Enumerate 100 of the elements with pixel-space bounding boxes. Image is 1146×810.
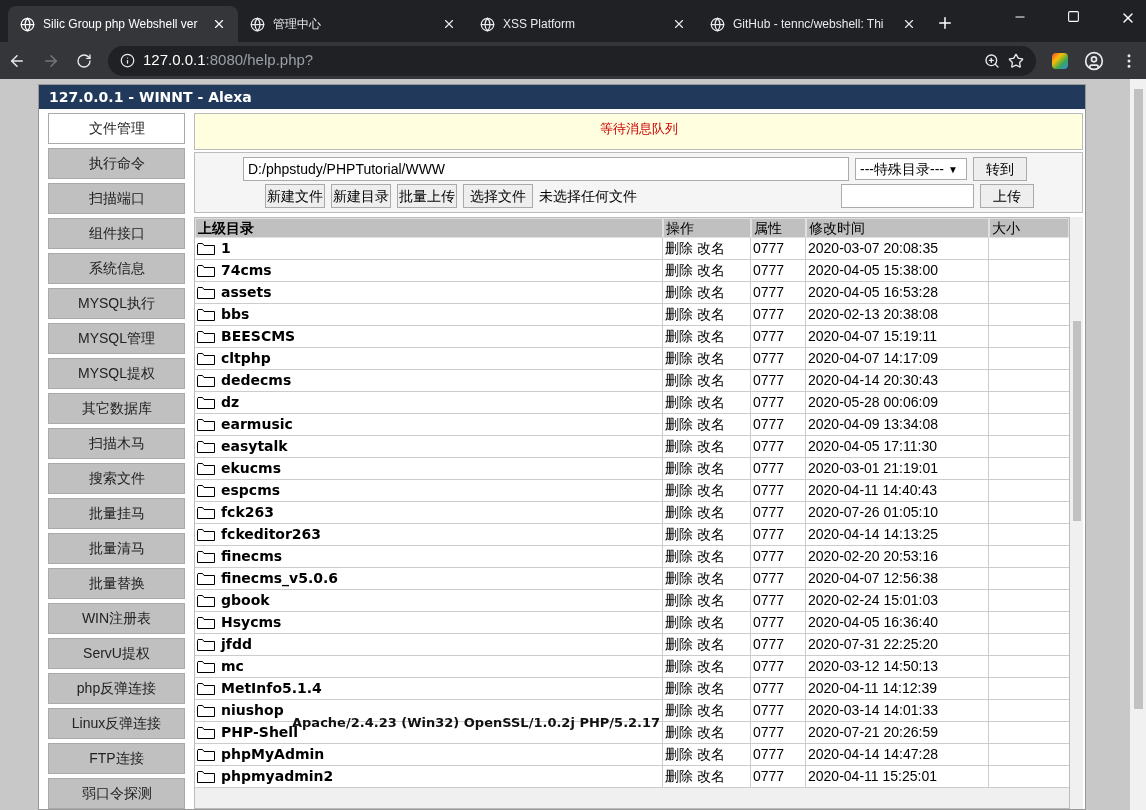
extension-icon[interactable] [1052,52,1068,69]
rename-link[interactable]: 改名 [697,348,725,369]
folder-name-link[interactable]: fck263 [221,502,274,523]
delete-link[interactable]: 删除 [665,304,693,325]
delete-link[interactable]: 删除 [665,678,693,699]
rename-link[interactable]: 改名 [697,700,725,721]
rename-link[interactable]: 改名 [697,722,725,743]
sidebar-item[interactable]: WIN注册表 [48,603,185,634]
choose-file-button[interactable]: 选择文件 [463,184,533,208]
upload-button[interactable]: 上传 [980,184,1034,208]
folder-name-link[interactable]: niushop [221,700,284,721]
upload-field[interactable] [841,184,974,208]
bookmark-star-icon[interactable] [1008,52,1024,69]
delete-link[interactable]: 删除 [665,656,693,677]
rename-link[interactable]: 改名 [697,568,725,589]
browser-tab[interactable]: XSS Platform [468,6,698,43]
folder-name-link[interactable]: jfdd [221,634,252,655]
browser-tab[interactable]: 管理中心 [238,6,468,43]
maximize-icon[interactable] [1067,10,1080,24]
rename-link[interactable]: 改名 [697,326,725,347]
sidebar-item[interactable]: 批量替换 [48,568,185,599]
rename-link[interactable]: 改名 [697,436,725,457]
sidebar-item[interactable]: 组件接口 [48,218,185,249]
sidebar-item[interactable]: 文件管理 [48,113,185,144]
delete-link[interactable]: 删除 [665,766,693,787]
sidebar-item[interactable]: Linux反弹连接 [48,708,185,739]
rename-link[interactable]: 改名 [697,282,725,303]
delete-link[interactable]: 删除 [665,502,693,523]
sidebar-item[interactable]: 其它数据库 [48,393,185,424]
sidebar-item[interactable]: 搜索文件 [48,463,185,494]
sidebar-item[interactable]: 扫描端口 [48,183,185,214]
toolbar-button[interactable]: 批量上传 [397,184,457,208]
folder-name-link[interactable]: gbook [221,590,270,611]
sidebar-item[interactable]: 批量清马 [48,533,185,564]
folder-name-link[interactable]: assets [221,282,272,303]
browser-tab[interactable]: Silic Group php Webshell ver [8,6,238,43]
profile-icon[interactable] [1084,50,1104,71]
folder-name-link[interactable]: cltphp [221,348,271,369]
delete-link[interactable]: 删除 [665,590,693,611]
delete-link[interactable]: 删除 [665,282,693,303]
delete-link[interactable]: 删除 [665,568,693,589]
delete-link[interactable]: 删除 [665,436,693,457]
sidebar-item[interactable]: 系统信息 [48,253,185,284]
delete-link[interactable]: 删除 [665,546,693,567]
sidebar-item[interactable]: MYSQL执行 [48,288,185,319]
rename-link[interactable]: 改名 [697,590,725,611]
folder-name-link[interactable]: earmusic [221,414,293,435]
folder-name-link[interactable]: ekucms [221,458,281,479]
rename-link[interactable]: 改名 [697,414,725,435]
rename-link[interactable]: 改名 [697,370,725,391]
sidebar-item[interactable]: 弱口令探测 [48,778,185,809]
folder-name-link[interactable]: mc [221,656,244,677]
rename-link[interactable]: 改名 [697,458,725,479]
sidebar-item[interactable]: ServU提权 [48,638,185,669]
sidebar-item[interactable]: 执行命令 [48,148,185,179]
delete-link[interactable]: 删除 [665,634,693,655]
sidebar-item[interactable]: 扫描木马 [48,428,185,459]
browser-tab[interactable]: GitHub - tennc/webshell: Thi [698,6,928,43]
delete-link[interactable]: 删除 [665,414,693,435]
special-dir-select[interactable]: ---特殊目录--- ▼ [855,158,967,180]
delete-link[interactable]: 删除 [665,348,693,369]
address-bar[interactable]: 127.0.0.1:8080/help.php? [108,45,1036,76]
folder-name-link[interactable]: 74cms [221,260,272,281]
page-scrollbar[interactable] [1130,79,1146,810]
delete-link[interactable]: 删除 [665,326,693,347]
folder-name-link[interactable]: dz [221,392,240,413]
reload-icon[interactable] [76,52,92,69]
rename-link[interactable]: 改名 [697,634,725,655]
rename-link[interactable]: 改名 [697,678,725,699]
sidebar-item[interactable]: FTP连接 [48,743,185,774]
zoom-icon[interactable] [984,52,1000,69]
rename-link[interactable]: 改名 [697,238,725,259]
folder-name-link[interactable]: easytalk [221,436,288,457]
delete-link[interactable]: 删除 [665,260,693,281]
sidebar-item[interactable]: MYSQL管理 [48,323,185,354]
column-header[interactable]: 上级目录 [195,218,663,238]
scrollbar[interactable] [1070,217,1083,809]
delete-link[interactable]: 删除 [665,370,693,391]
rename-link[interactable]: 改名 [697,304,725,325]
delete-link[interactable]: 删除 [665,480,693,501]
folder-name-link[interactable]: finecms [221,546,283,567]
rename-link[interactable]: 改名 [697,744,725,765]
rename-link[interactable]: 改名 [697,546,725,567]
toolbar-button[interactable]: 新建目录 [331,184,391,208]
delete-link[interactable]: 删除 [665,238,693,259]
delete-link[interactable]: 删除 [665,722,693,743]
delete-link[interactable]: 删除 [665,458,693,479]
rename-link[interactable]: 改名 [697,392,725,413]
path-field[interactable]: D:/phpstudy/PHPTutorial/WWW [243,157,849,181]
go-button[interactable]: 转到 [973,157,1027,181]
toolbar-button[interactable]: 新建文件 [265,184,325,208]
rename-link[interactable]: 改名 [697,766,725,787]
sidebar-item[interactable]: 批量挂马 [48,498,185,529]
sidebar-item[interactable]: php反弹连接 [48,673,185,704]
delete-link[interactable]: 删除 [665,744,693,765]
folder-name-link[interactable]: dedecms [221,370,292,391]
rename-link[interactable]: 改名 [697,480,725,501]
rename-link[interactable]: 改名 [697,524,725,545]
rename-link[interactable]: 改名 [697,656,725,677]
delete-link[interactable]: 删除 [665,524,693,545]
